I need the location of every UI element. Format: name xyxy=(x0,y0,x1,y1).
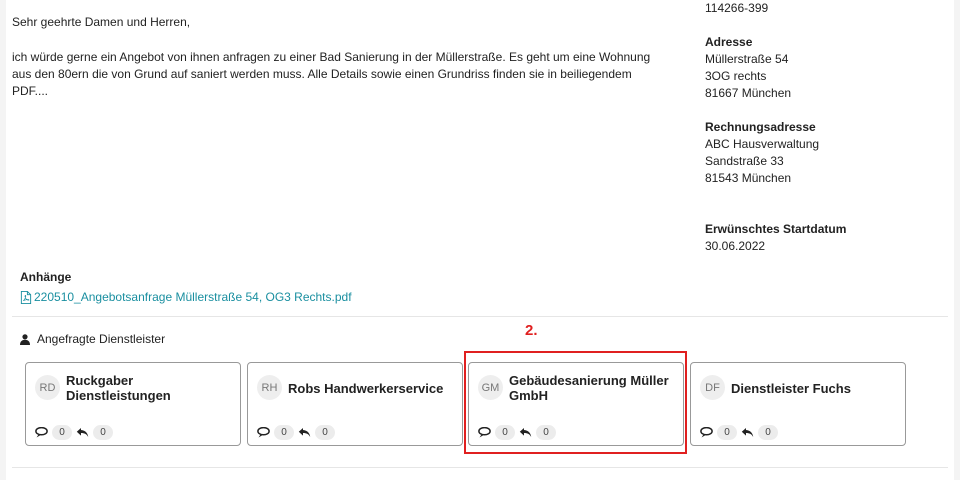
attachment-filename: 220510_Angebotsanfrage Müllerstraße 54, … xyxy=(34,290,352,304)
reply-icon xyxy=(76,428,89,437)
provider-name: Ruckgaber Dienstleistungen xyxy=(66,373,171,403)
reply-icon xyxy=(741,428,754,437)
replies-count: 0 xyxy=(758,425,778,440)
billing-address-line: 81543 München xyxy=(705,171,792,185)
messages-count: 0 xyxy=(274,425,294,440)
attachment-link[interactable]: 220510_Angebotsanfrage Müllerstraße 54, … xyxy=(20,290,352,304)
address-line: Müllerstraße 54 xyxy=(705,52,789,66)
provider-name: Dienstleister Fuchs xyxy=(731,381,851,396)
billing-address-line: Sandstraße 33 xyxy=(705,154,784,168)
providers-title-text: Angefragte Dienstleister xyxy=(37,332,166,346)
provider-counts: 0 0 xyxy=(257,425,335,440)
step-marker: 2. xyxy=(525,322,538,339)
provider-card[interactable]: DF Dienstleister Fuchs 0 0 xyxy=(690,362,906,446)
messages-icon xyxy=(700,427,713,438)
reference-number: 114266-399 xyxy=(705,1,769,15)
replies-count: 0 xyxy=(315,425,335,440)
start-date-value: 30.06.2022 xyxy=(705,239,766,253)
messages-count: 0 xyxy=(52,425,72,440)
message-body-line: ich würde gerne ein Angebot von ihnen an… xyxy=(12,50,651,64)
attachments-label: Anhänge xyxy=(20,270,72,284)
request-info-panel: 114266-399 Adresse Müllerstraße 54 3OG r… xyxy=(705,0,846,255)
section-divider xyxy=(12,467,948,468)
message-body-line: PDF.... xyxy=(12,84,49,98)
address-line: 81667 München xyxy=(705,86,792,100)
provider-counts: 0 0 xyxy=(478,425,556,440)
section-divider xyxy=(12,316,948,317)
provider-avatar: DF xyxy=(700,375,725,400)
providers-section-title: Angefragte Dienstleister xyxy=(20,332,165,346)
replies-count: 0 xyxy=(93,425,113,440)
address-line: 3OG rechts xyxy=(705,69,767,83)
replies-count: 0 xyxy=(536,425,556,440)
billing-address-label: Rechnungsadresse xyxy=(705,120,816,134)
message-greeting: Sehr geehrte Damen und Herren, xyxy=(12,15,191,29)
messages-count: 0 xyxy=(495,425,515,440)
provider-card[interactable]: RH Robs Handwerkerservice 0 0 xyxy=(247,362,463,446)
messages-icon xyxy=(478,427,491,438)
provider-name: Gebäudesanierung Müller GmbH xyxy=(509,373,669,403)
reply-icon xyxy=(298,428,311,437)
reply-icon xyxy=(519,428,532,437)
provider-counts: 0 0 xyxy=(700,425,778,440)
provider-counts: 0 0 xyxy=(35,425,113,440)
provider-avatar: RH xyxy=(257,375,282,400)
start-date-label: Erwünschtes Startdatum xyxy=(705,222,847,236)
messages-icon xyxy=(35,427,48,438)
pdf-file-icon xyxy=(20,290,32,304)
message-body-line: aus den 80ern die von Grund auf saniert … xyxy=(12,67,632,81)
request-detail-page: Sehr geehrte Damen und Herren, ich würde… xyxy=(6,0,954,480)
provider-avatar: RD xyxy=(35,375,60,400)
provider-name: Robs Handwerkerservice xyxy=(288,381,444,396)
provider-avatar: GM xyxy=(478,375,503,400)
message-body: ich würde gerne ein Angebot von ihnen an… xyxy=(12,49,682,100)
messages-icon xyxy=(257,427,270,438)
messages-count: 0 xyxy=(717,425,737,440)
user-icon xyxy=(20,333,30,345)
provider-card-selected[interactable]: GM Gebäudesanierung Müller GmbH 0 0 xyxy=(468,362,684,446)
provider-card[interactable]: RD Ruckgaber Dienstleistungen 0 0 xyxy=(25,362,241,446)
billing-address-line: ABC Hausverwaltung xyxy=(705,137,820,151)
address-label: Adresse xyxy=(705,35,753,49)
